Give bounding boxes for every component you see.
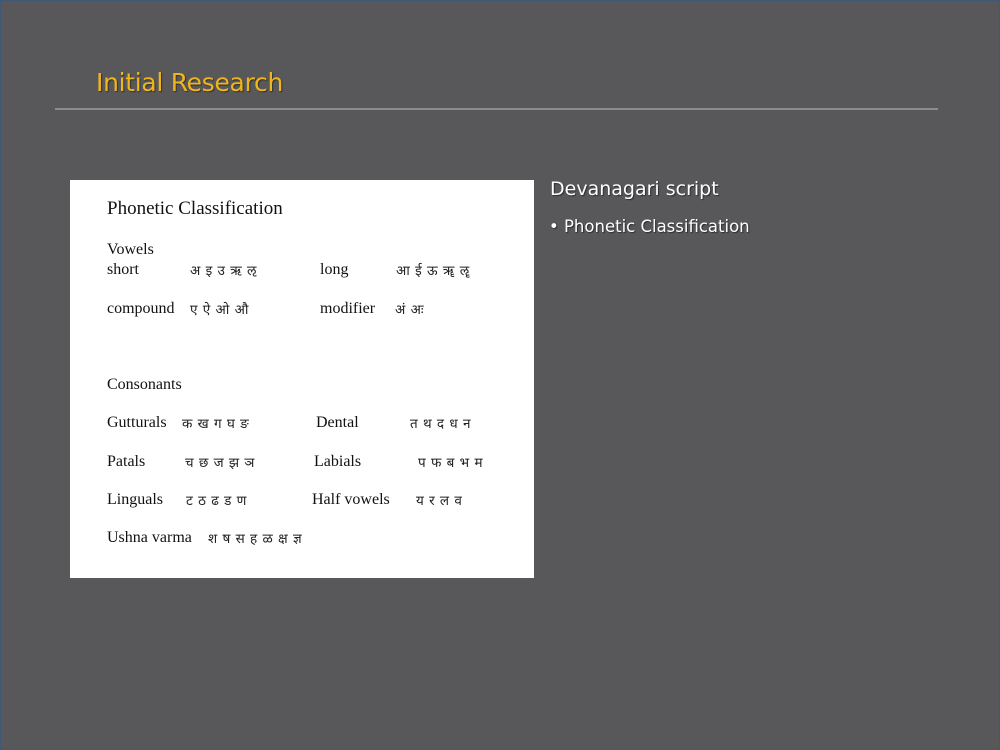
short-label: short (107, 261, 139, 278)
long-label: long (320, 261, 349, 278)
bullet-item: • Phonetic Classification (549, 217, 750, 236)
compound-chars: ए ऐ ओ औ (190, 302, 249, 318)
figure-heading: Phonetic Classification (107, 198, 283, 219)
title-divider (55, 108, 938, 110)
long-chars: आ ई ऊ ॠ ॡ (396, 263, 470, 279)
short-chars: अ इ उ ऋ ऌ (190, 263, 257, 279)
vowels-heading: Vowels (107, 241, 154, 258)
dental-chars: त थ द ध न (410, 416, 471, 432)
slide-title: Initial Research (96, 68, 283, 97)
half-vowels-chars: य र ल व (416, 493, 463, 509)
phonetic-classification-image: Phonetic Classification Vowels short अ इ… (70, 180, 534, 578)
labials-label: Labials (314, 453, 362, 470)
linguals-label: Linguals (107, 491, 163, 508)
dental-label: Dental (316, 414, 359, 431)
labials-chars: प फ ब भ म (418, 455, 484, 471)
modifier-chars: अं अः (395, 302, 425, 318)
linguals-chars: ट ठ ढ ड ण (186, 493, 247, 509)
gutturals-chars: क ख ग घ ङ (182, 416, 250, 432)
ushna-varma-chars: श ष स ह ळ क्ष ज्ञ (208, 531, 303, 547)
compound-label: compound (107, 300, 175, 317)
bullet-text: Phonetic Classification (563, 217, 750, 236)
modifier-label: modifier (320, 300, 376, 317)
bullet-marker: • (549, 217, 559, 236)
patals-label: Patals (107, 453, 146, 470)
gutturals-label: Gutturals (107, 414, 167, 431)
consonants-heading: Consonants (107, 376, 182, 393)
half-vowels-label: Half vowels (312, 491, 390, 508)
side-heading: Devanagari script (550, 178, 719, 200)
patals-chars: च छ ज झ ञ (185, 455, 255, 471)
ushna-varma-label: Ushna varma (107, 529, 192, 546)
